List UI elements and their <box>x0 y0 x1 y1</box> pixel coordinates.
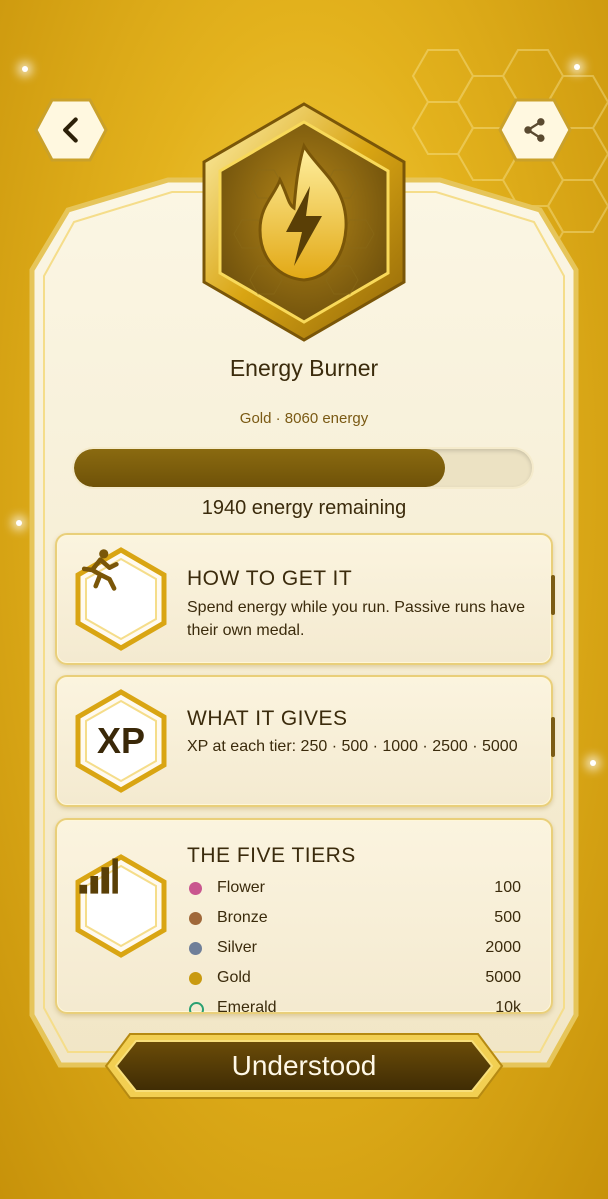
tier-value: 2000 <box>485 939 521 956</box>
tier-dot <box>189 912 202 925</box>
how-body: Spend energy while you run. Passive runs… <box>187 599 525 639</box>
tier-row-silver: Silver 2000 <box>187 938 521 968</box>
share-button[interactable] <box>498 98 572 162</box>
tier-row-gold: Gold 5000 <box>187 968 521 998</box>
tier-row-bronze: Bronze 500 <box>187 908 521 938</box>
remaining-text: 1940 energy remaining <box>201 497 407 519</box>
what-it-gives-panel: XP WHAT IT GIVES XP at each tier: 250 · … <box>55 675 555 807</box>
sparkle <box>574 64 580 70</box>
xp-badge: XP <box>75 689 167 793</box>
tier-value: 5000 <box>485 969 521 986</box>
bar-chart-icon <box>79 858 118 894</box>
how-to-get-panel: HOW TO GET IT Spend energy while you run… <box>55 533 555 665</box>
flame-lightning-icon <box>202 102 406 342</box>
understood-button[interactable]: Understood <box>104 1032 504 1100</box>
runner-icon <box>81 549 119 591</box>
progress-fill <box>74 449 445 487</box>
share-icon <box>524 118 545 142</box>
how-heading: HOW TO GET IT <box>187 567 353 590</box>
tier-name: Bronze <box>217 909 268 926</box>
tier-dot <box>189 972 202 985</box>
tier-row-flower: Flower 100 <box>187 878 521 908</box>
progress-bar <box>74 449 532 487</box>
tier-dot <box>189 882 202 895</box>
back-button[interactable] <box>34 98 108 162</box>
runner-badge <box>75 547 167 651</box>
tier-value: 10k <box>495 999 521 1014</box>
tier-dot <box>189 1002 204 1012</box>
tier-name: Silver <box>217 939 258 956</box>
medal-badge <box>198 100 410 344</box>
gives-heading: WHAT IT GIVES <box>187 707 348 730</box>
panel-tab <box>551 717 555 757</box>
tiers-badge <box>75 854 167 958</box>
chevron-left-icon <box>63 117 78 143</box>
medal-title: Energy Burner <box>229 355 379 381</box>
sparkle <box>22 66 28 72</box>
sparkle <box>590 760 596 766</box>
tier-value: 100 <box>494 879 521 896</box>
tier-dot <box>189 942 202 955</box>
understood-label: Understood <box>231 1050 377 1081</box>
xp-icon: XP <box>96 720 146 761</box>
gives-body: XP at each tier: 250 · 500 · 1000 · 2500… <box>187 738 518 755</box>
tier-row-emerald: Emerald 10k <box>187 998 521 1014</box>
panel-tab <box>551 575 555 615</box>
medal-subtitle: Gold · 8060 energy <box>239 410 369 427</box>
tier-name: Flower <box>217 879 266 896</box>
tier-value: 500 <box>494 909 521 926</box>
sparkle <box>16 520 22 526</box>
tiers-panel: THE FIVE TIERS Flower 100 Bronze 500 Sil… <box>55 818 553 1014</box>
tier-name: Gold <box>217 969 251 986</box>
tiers-list: Flower 100 Bronze 500 Silver 2000 Gold 5… <box>187 878 521 1014</box>
tier-name: Emerald <box>217 999 277 1014</box>
tiers-heading: THE FIVE TIERS <box>187 844 356 867</box>
